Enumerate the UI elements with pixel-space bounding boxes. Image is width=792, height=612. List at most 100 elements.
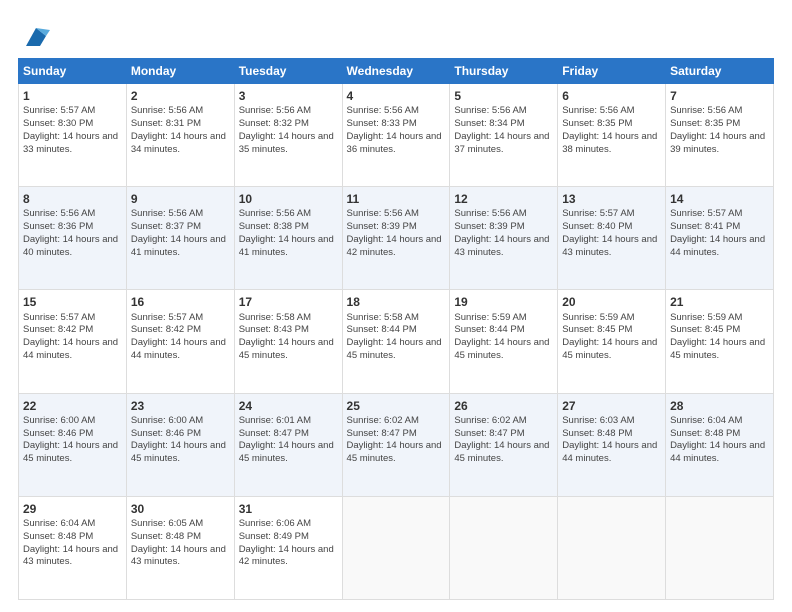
day-number: 30 [131,501,230,517]
day-number: 13 [562,191,661,207]
day-number: 8 [23,191,122,207]
logo [18,22,50,50]
calendar-cell: 5Sunrise: 5:56 AMSunset: 8:34 PMDaylight… [450,84,558,187]
day-number: 25 [347,398,446,414]
calendar-cell: 9Sunrise: 5:56 AMSunset: 8:37 PMDaylight… [126,187,234,290]
day-info: Sunrise: 5:56 AMSunset: 8:38 PMDaylight:… [239,208,338,259]
day-info: Sunrise: 6:02 AMSunset: 8:47 PMDaylight:… [454,415,553,466]
day-info: Sunrise: 5:57 AMSunset: 8:30 PMDaylight:… [23,105,122,156]
calendar-cell [666,496,774,599]
calendar-row: 1Sunrise: 5:57 AMSunset: 8:30 PMDaylight… [19,84,774,187]
calendar-cell: 1Sunrise: 5:57 AMSunset: 8:30 PMDaylight… [19,84,127,187]
day-number: 1 [23,88,122,104]
calendar: SundayMondayTuesdayWednesdayThursdayFrid… [18,58,774,600]
day-info: Sunrise: 5:56 AMSunset: 8:35 PMDaylight:… [670,105,769,156]
day-number: 21 [670,294,769,310]
day-number: 7 [670,88,769,104]
calendar-cell: 16 Sunrise: 5:57 AMSunset: 8:42 PMDayligh… [126,290,234,393]
day-number: 28 [670,398,769,414]
calendar-cell: 27Sunrise: 6:03 AMSunset: 8:48 PMDayligh… [558,393,666,496]
calendar-cell [558,496,666,599]
day-info: Sunrise: 6:04 AMSunset: 8:48 PMDaylight:… [670,415,769,466]
calendar-cell: 17Sunrise: 5:58 AMSunset: 8:43 PMDayligh… [234,290,342,393]
day-info: Sunrise: 5:57 AMSunset: 8:42 PMDaylight:… [23,312,122,363]
calendar-header: SundayMondayTuesdayWednesdayThursdayFrid… [19,59,774,84]
day-info: Sunrise: 5:59 AMSunset: 8:45 PMDaylight:… [670,312,769,363]
calendar-cell: 24Sunrise: 6:01 AMSunset: 8:47 PMDayligh… [234,393,342,496]
calendar-cell: 28Sunrise: 6:04 AMSunset: 8:48 PMDayligh… [666,393,774,496]
day-info: Sunrise: 5:56 AMSunset: 8:39 PMDaylight:… [454,208,553,259]
day-info: Sunrise: 6:01 AMSunset: 8:47 PMDaylight:… [239,415,338,466]
calendar-cell: 6Sunrise: 5:56 AMSunset: 8:35 PMDaylight… [558,84,666,187]
day-number: 18 [347,294,446,310]
header-cell-wednesday: Wednesday [342,59,450,84]
calendar-cell: 26Sunrise: 6:02 AMSunset: 8:47 PMDayligh… [450,393,558,496]
day-number: 3 [239,88,338,104]
calendar-cell: 23Sunrise: 6:00 AMSunset: 8:46 PMDayligh… [126,393,234,496]
day-info: Sunrise: 6:03 AMSunset: 8:48 PMDaylight:… [562,415,661,466]
header-cell-friday: Friday [558,59,666,84]
header-cell-thursday: Thursday [450,59,558,84]
day-info: Sunrise: 5:56 AMSunset: 8:33 PMDaylight:… [347,105,446,156]
calendar-cell: 7Sunrise: 5:56 AMSunset: 8:35 PMDaylight… [666,84,774,187]
day-info: Sunrise: 5:56 AMSunset: 8:34 PMDaylight:… [454,105,553,156]
calendar-body: 1Sunrise: 5:57 AMSunset: 8:30 PMDaylight… [19,84,774,600]
day-number: 2 [131,88,230,104]
calendar-cell: 10Sunrise: 5:56 AMSunset: 8:38 PMDayligh… [234,187,342,290]
day-info: Sunrise: 6:00 AMSunset: 8:46 PMDaylight:… [131,415,230,466]
calendar-cell: 3Sunrise: 5:56 AMSunset: 8:32 PMDaylight… [234,84,342,187]
day-number: 12 [454,191,553,207]
calendar-cell: 8Sunrise: 5:56 AMSunset: 8:36 PMDaylight… [19,187,127,290]
calendar-row: 29Sunrise: 6:04 AMSunset: 8:48 PMDayligh… [19,496,774,599]
day-info: Sunrise: 6:02 AMSunset: 8:47 PMDaylight:… [347,415,446,466]
day-number: 20 [562,294,661,310]
day-info: Sunrise: 6:00 AMSunset: 8:46 PMDaylight:… [23,415,122,466]
day-info: Sunrise: 5:56 AMSunset: 8:37 PMDaylight:… [131,208,230,259]
calendar-cell: 29Sunrise: 6:04 AMSunset: 8:48 PMDayligh… [19,496,127,599]
day-number: 24 [239,398,338,414]
day-info: Sunrise: 5:58 AMSunset: 8:43 PMDaylight:… [239,312,338,363]
calendar-cell: 11Sunrise: 5:56 AMSunset: 8:39 PMDayligh… [342,187,450,290]
day-number: 16 [131,294,230,310]
day-number: 31 [239,501,338,517]
calendar-cell: 25Sunrise: 6:02 AMSunset: 8:47 PMDayligh… [342,393,450,496]
header-row: SundayMondayTuesdayWednesdayThursdayFrid… [19,59,774,84]
calendar-cell [450,496,558,599]
day-info: Sunrise: 5:58 AMSunset: 8:44 PMDaylight:… [347,312,446,363]
calendar-cell: 30Sunrise: 6:05 AMSunset: 8:48 PMDayligh… [126,496,234,599]
day-info: Sunrise: 6:04 AMSunset: 8:48 PMDaylight:… [23,518,122,569]
day-number: 22 [23,398,122,414]
calendar-cell: 2Sunrise: 5:56 AMSunset: 8:31 PMDaylight… [126,84,234,187]
day-number: 14 [670,191,769,207]
day-number: 9 [131,191,230,207]
calendar-cell: 15 Sunrise: 5:57 AMSunset: 8:42 PMDayligh… [19,290,127,393]
day-number: 6 [562,88,661,104]
day-number: 5 [454,88,553,104]
day-info: Sunrise: 6:06 AMSunset: 8:49 PMDaylight:… [239,518,338,569]
day-info: Sunrise: 5:56 AMSunset: 8:32 PMDaylight:… [239,105,338,156]
day-number: 10 [239,191,338,207]
header-cell-tuesday: Tuesday [234,59,342,84]
calendar-cell: 19 Sunrise: 5:59 AMSunset: 8:44 PMDayligh… [450,290,558,393]
day-number: 26 [454,398,553,414]
calendar-cell: 31Sunrise: 6:06 AMSunset: 8:49 PMDayligh… [234,496,342,599]
day-number: 15 [23,294,122,310]
day-info: Sunrise: 5:56 AMSunset: 8:31 PMDaylight:… [131,105,230,156]
header-cell-saturday: Saturday [666,59,774,84]
logo-icon [22,22,50,50]
calendar-row: 15 Sunrise: 5:57 AMSunset: 8:42 PMDayligh… [19,290,774,393]
day-number: 19 [454,294,553,310]
calendar-cell: 22Sunrise: 6:00 AMSunset: 8:46 PMDayligh… [19,393,127,496]
header [18,18,774,50]
day-number: 27 [562,398,661,414]
day-info: Sunrise: 5:59 AMSunset: 8:45 PMDaylight:… [562,312,661,363]
day-number: 23 [131,398,230,414]
day-info: Sunrise: 5:57 AMSunset: 8:42 PMDaylight:… [131,312,230,363]
calendar-cell: 4Sunrise: 5:56 AMSunset: 8:33 PMDaylight… [342,84,450,187]
day-number: 4 [347,88,446,104]
calendar-cell: 20 Sunrise: 5:59 AMSunset: 8:45 PMDayligh… [558,290,666,393]
calendar-cell: 13Sunrise: 5:57 AMSunset: 8:40 PMDayligh… [558,187,666,290]
header-cell-monday: Monday [126,59,234,84]
day-info: Sunrise: 5:59 AMSunset: 8:44 PMDaylight:… [454,312,553,363]
calendar-cell: 12Sunrise: 5:56 AMSunset: 8:39 PMDayligh… [450,187,558,290]
